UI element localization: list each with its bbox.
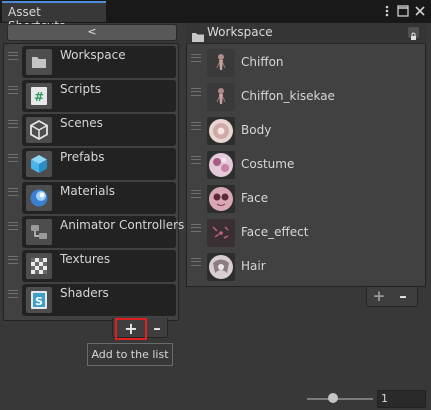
drag-handle-icon[interactable] [8, 52, 18, 60]
list-item-workspace[interactable]: Workspace [4, 44, 178, 78]
svg-text:S: S [35, 295, 43, 308]
drag-handle-icon[interactable] [191, 54, 201, 62]
lock-icon[interactable] [408, 27, 419, 40]
asset-item-body[interactable]: Body [187, 114, 425, 148]
remove-asset-label: – [399, 287, 407, 305]
list-item-cell[interactable]: Materials [22, 182, 176, 214]
asset-item-label: Face [241, 191, 269, 205]
texture-thumbnail-icon [207, 253, 235, 281]
asset-item-label: Body [241, 123, 272, 137]
folder-header: Workspace [186, 23, 426, 44]
asset-item-face[interactable]: Face [187, 182, 425, 216]
asset-item-chiffon-kisekae[interactable]: Chiffon_kisekae [187, 80, 425, 114]
script-icon: # [26, 83, 52, 109]
texture-thumbnail-icon [207, 185, 235, 213]
list-item-scenes[interactable]: Scenes [4, 112, 178, 146]
asset-item-label: Chiffon_kisekae [241, 89, 335, 103]
avatar-thumbnail-icon [207, 83, 235, 111]
drag-handle-icon[interactable] [8, 188, 18, 196]
list-item-label: Animator Controllers [60, 218, 185, 232]
texture-thumbnail-icon [207, 219, 235, 247]
folder-title: Workspace [207, 25, 273, 39]
list-item-cell[interactable]: Prefabs [22, 148, 176, 180]
prefab-icon [26, 151, 52, 177]
list-item-label: Prefabs [60, 150, 105, 164]
list-item-textures[interactable]: Textures [4, 248, 178, 282]
list-item-materials[interactable]: Materials [4, 180, 178, 214]
shortcut-category-list: Workspace # Scripts Scenes Prefabs Mater… [3, 43, 184, 321]
folder-icon [26, 49, 52, 75]
add-item-label: + [124, 319, 138, 338]
tooltip-text: Add to the list [91, 348, 169, 361]
list-item-label: Scripts [60, 82, 102, 96]
list-item-cell[interactable]: # Scripts [22, 80, 176, 112]
texture-thumbnail-icon [207, 117, 235, 145]
close-icon[interactable] [413, 3, 427, 17]
list-item-animator-controllers[interactable]: Animator Controllers [4, 214, 184, 248]
zoom-value: 1 [381, 392, 388, 405]
texture-thumbnail-icon [207, 151, 235, 179]
back-button-label: < [87, 25, 97, 38]
texture-icon [26, 253, 52, 279]
asset-item-label: Hair [241, 259, 266, 273]
drag-handle-icon[interactable] [191, 122, 201, 130]
drag-handle-icon[interactable] [191, 156, 201, 164]
drag-handle-icon[interactable] [191, 88, 201, 96]
svg-text:#: # [34, 90, 44, 104]
material-icon [26, 185, 52, 211]
drag-handle-icon[interactable] [8, 120, 18, 128]
avatar-thumbnail-icon [207, 49, 235, 77]
shader-icon: S [26, 287, 52, 313]
remove-asset-button[interactable]: – [396, 287, 410, 305]
list-item-prefabs[interactable]: Prefabs [4, 146, 178, 180]
add-item-button[interactable]: + [115, 318, 147, 340]
zoom-slider-track[interactable] [307, 398, 373, 400]
drag-handle-icon[interactable] [8, 290, 18, 298]
add-asset-label: + [372, 287, 386, 305]
drag-handle-icon[interactable] [191, 190, 201, 198]
list-item-label: Shaders [60, 286, 109, 300]
asset-item-label: Chiffon [241, 55, 284, 69]
asset-list: Chiffon Chiffon_kisekae Body Costume Fac… [186, 44, 426, 287]
list-item-scripts[interactable]: # Scripts [4, 78, 178, 112]
drag-handle-icon[interactable] [8, 222, 18, 230]
list-item-cell[interactable]: Workspace [22, 46, 176, 78]
drag-handle-icon[interactable] [8, 154, 18, 162]
list-item-label: Scenes [60, 116, 103, 130]
list-item-label: Materials [60, 184, 116, 198]
asset-item-hair[interactable]: Hair [187, 250, 425, 284]
list-item-cell[interactable]: S Shaders [22, 284, 176, 316]
list-item-label: Textures [60, 252, 111, 266]
asset-item-label: Face_effect [241, 225, 309, 239]
animator-controller-icon [26, 219, 52, 245]
maximize-icon[interactable] [396, 3, 410, 17]
asset-item-face-effect[interactable]: Face_effect [187, 216, 425, 250]
asset-item-chiffon[interactable]: Chiffon [187, 46, 425, 80]
asset-item-label: Costume [241, 157, 295, 171]
remove-item-label: – [153, 319, 161, 337]
asset-item-costume[interactable]: Costume [187, 148, 425, 182]
list-item-cell[interactable]: Animator Controllers [22, 216, 184, 248]
list-item-cell[interactable]: Textures [22, 250, 176, 282]
drag-handle-icon[interactable] [191, 224, 201, 232]
drag-handle-icon[interactable] [8, 86, 18, 94]
window-tab[interactable]: Asset Shortcuts [2, 1, 106, 33]
drag-handle-icon[interactable] [8, 256, 18, 264]
list-item-label: Workspace [60, 48, 126, 62]
unity-scene-icon [26, 117, 52, 143]
more-icon[interactable] [380, 3, 394, 17]
tooltip: Add to the list [87, 343, 173, 366]
remove-item-button[interactable]: – [150, 318, 164, 338]
zoom-input[interactable]: 1 [377, 390, 426, 408]
back-button[interactable]: < [7, 24, 177, 41]
folder-icon [192, 27, 204, 42]
drag-handle-icon[interactable] [191, 258, 201, 266]
list-item-cell[interactable]: Scenes [22, 114, 176, 146]
list-item-shaders[interactable]: S Shaders [4, 282, 178, 316]
add-asset-button[interactable]: + [371, 287, 387, 305]
